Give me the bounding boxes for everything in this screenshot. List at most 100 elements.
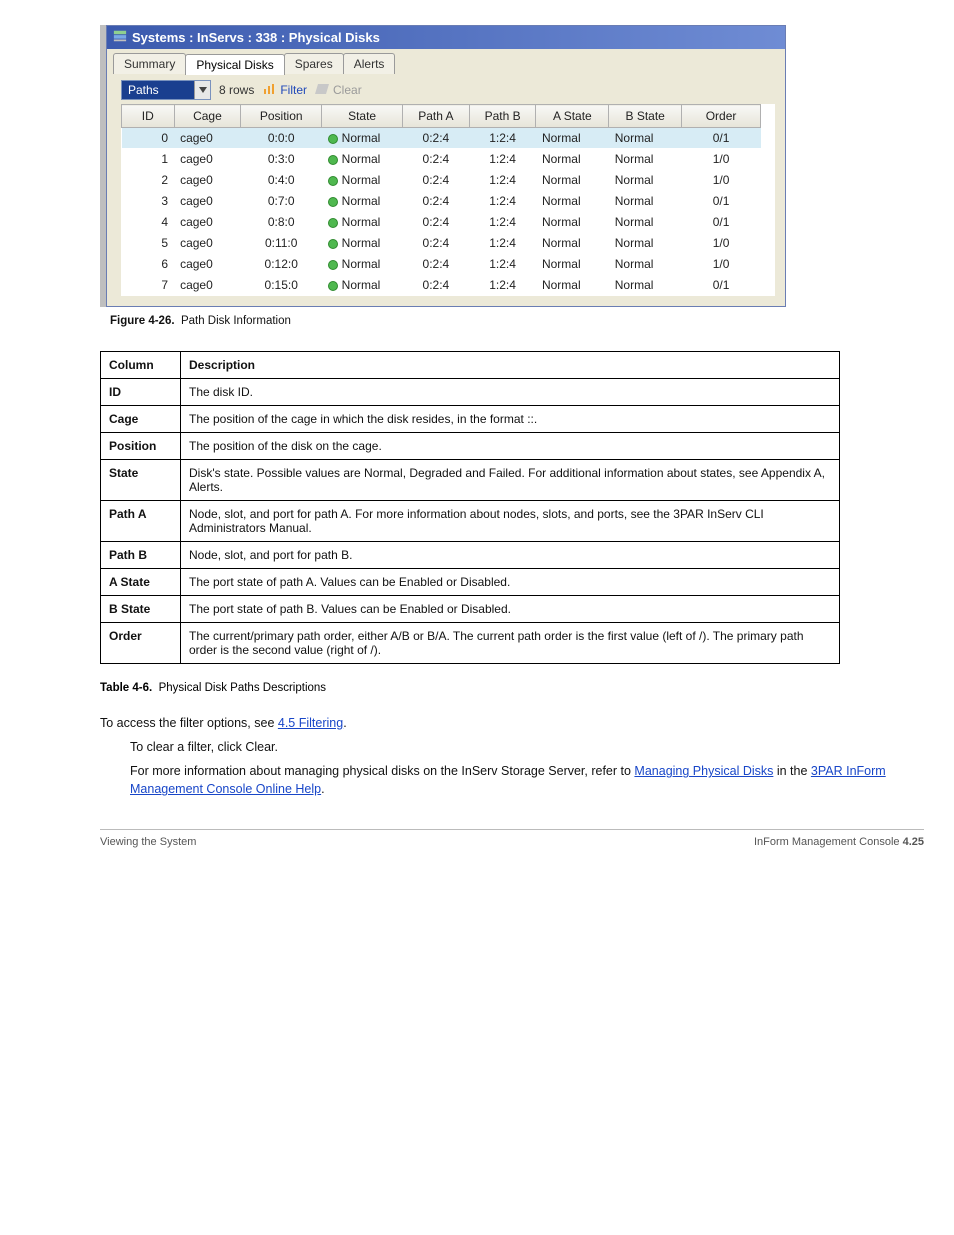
desc-row: StateDisk's state. Possible values are N…: [101, 460, 840, 501]
cell-bstate: Normal: [609, 212, 682, 233]
cell-id: 0: [122, 128, 175, 149]
status-dot-icon: [328, 218, 338, 228]
panel-title: Systems : InServs : 338 : Physical Disks: [132, 30, 380, 45]
cell-state: Normal: [322, 149, 403, 170]
row-count: 8 rows: [219, 83, 254, 97]
desc-row: OrderThe current/primary path order, eit…: [101, 623, 840, 664]
link-managing-physical-disks[interactable]: Managing Physical Disks: [634, 764, 773, 778]
col-pathb[interactable]: Path B: [469, 105, 536, 128]
cell-astate: Normal: [536, 254, 609, 275]
cell-bstate: Normal: [609, 233, 682, 254]
toolbar: Paths 8 rows Filter Clear: [121, 80, 775, 100]
desc-row: PositionThe position of the disk on the …: [101, 433, 840, 460]
chevron-down-icon: [194, 81, 210, 99]
cell-id: 2: [122, 170, 175, 191]
cell-position: 0:0:0: [241, 128, 322, 149]
cell-pathb: 1:2:4: [469, 128, 536, 149]
tab-alerts[interactable]: Alerts: [343, 53, 396, 74]
desc-col-text: The current/primary path order, either A…: [181, 623, 840, 664]
cell-pathb: 1:2:4: [469, 170, 536, 191]
cell-position: 0:12:0: [241, 254, 322, 275]
figure-caption: Figure 4-26. Path Disk Information: [110, 315, 924, 327]
cell-patha: 0:2:4: [403, 233, 470, 254]
cell-bstate: Normal: [609, 191, 682, 212]
p1-after: .: [343, 716, 346, 730]
col-id[interactable]: ID: [122, 105, 175, 128]
figure-physical-disks: Systems : InServs : 338 : Physical Disks…: [100, 25, 924, 307]
cell-bstate: Normal: [609, 128, 682, 149]
cell-cage: cage0: [174, 233, 241, 254]
filter-icon: [262, 82, 276, 99]
p3-c: .: [321, 782, 324, 796]
cell-astate: Normal: [536, 191, 609, 212]
status-dot-icon: [328, 134, 338, 144]
col-order[interactable]: Order: [682, 105, 761, 128]
desc-row: A StateThe port state of path A. Values …: [101, 569, 840, 596]
cell-state: Normal: [322, 233, 403, 254]
cell-order: 1/0: [682, 233, 761, 254]
desc-col-name: Cage: [101, 406, 181, 433]
cell-order: 1/0: [682, 254, 761, 275]
view-dropdown[interactable]: Paths: [121, 80, 211, 100]
table-row[interactable]: 7cage00:15:0Normal0:2:41:2:4NormalNormal…: [122, 275, 761, 296]
eraser-icon: [315, 83, 329, 97]
cell-state: Normal: [322, 212, 403, 233]
cell-pathb: 1:2:4: [469, 191, 536, 212]
cell-pathb: 1:2:4: [469, 212, 536, 233]
tab-physical-disks[interactable]: Physical Disks: [185, 54, 284, 75]
desc-col-name: State: [101, 460, 181, 501]
table-row[interactable]: 5cage00:11:0Normal0:2:41:2:4NormalNormal…: [122, 233, 761, 254]
cell-cage: cage0: [174, 275, 241, 296]
cell-astate: Normal: [536, 233, 609, 254]
cell-cage: cage0: [174, 191, 241, 212]
status-dot-icon: [328, 197, 338, 207]
cell-patha: 0:2:4: [403, 149, 470, 170]
desc-col-text: The port state of path B. Values can be …: [181, 596, 840, 623]
cell-bstate: Normal: [609, 275, 682, 296]
cell-pathb: 1:2:4: [469, 233, 536, 254]
p3-b: in the: [773, 764, 811, 778]
table-row[interactable]: 1cage00:3:0Normal0:2:41:2:4NormalNormal1…: [122, 149, 761, 170]
desc-col-text: The disk ID.: [181, 379, 840, 406]
cell-cage: cage0: [174, 254, 241, 275]
cell-position: 0:7:0: [241, 191, 322, 212]
status-dot-icon: [328, 239, 338, 249]
tab-spares[interactable]: Spares: [284, 53, 344, 74]
link-filtering[interactable]: 4.5 Filtering: [278, 716, 343, 730]
table-row[interactable]: 3cage00:7:0Normal0:2:41:2:4NormalNormal0…: [122, 191, 761, 212]
col-position[interactable]: Position: [241, 105, 322, 128]
filter-label: Filter: [280, 83, 307, 97]
cell-id: 5: [122, 233, 175, 254]
tab-summary[interactable]: Summary: [113, 53, 186, 74]
cell-patha: 0:2:4: [403, 128, 470, 149]
paragraph-more-info: For more information about managing phys…: [130, 762, 924, 798]
table-row[interactable]: 4cage00:8:0Normal0:2:41:2:4NormalNormal0…: [122, 212, 761, 233]
cell-cage: cage0: [174, 149, 241, 170]
table-row[interactable]: 2cage00:4:0Normal0:2:41:2:4NormalNormal1…: [122, 170, 761, 191]
p1-before: To access the filter options, see: [100, 716, 278, 730]
cell-state: Normal: [322, 254, 403, 275]
cell-order: 0/1: [682, 212, 761, 233]
cell-state: Normal: [322, 170, 403, 191]
cell-position: 0:4:0: [241, 170, 322, 191]
col-astate[interactable]: A State: [536, 105, 609, 128]
filter-button[interactable]: Filter: [262, 82, 307, 99]
cell-cage: cage0: [174, 128, 241, 149]
cell-id: 6: [122, 254, 175, 275]
col-state[interactable]: State: [322, 105, 403, 128]
status-dot-icon: [328, 155, 338, 165]
col-patha[interactable]: Path A: [403, 105, 470, 128]
footer-right-strong: 4.25: [903, 836, 924, 848]
panel-titlebar: Systems : InServs : 338 : Physical Disks: [107, 26, 785, 49]
clear-button[interactable]: Clear: [315, 83, 362, 97]
cell-position: 0:3:0: [241, 149, 322, 170]
desc-col-name: B State: [101, 596, 181, 623]
col-cage[interactable]: Cage: [174, 105, 241, 128]
desc-col-text: Node, slot, and port for path B.: [181, 542, 840, 569]
table-row[interactable]: 6cage00:12:0Normal0:2:41:2:4NormalNormal…: [122, 254, 761, 275]
desc-row: Path ANode, slot, and port for path A. F…: [101, 501, 840, 542]
desc-header-description: Description: [181, 352, 840, 379]
col-bstate[interactable]: B State: [609, 105, 682, 128]
table-row[interactable]: 0cage00:0:0Normal0:2:41:2:4NormalNormal0…: [122, 128, 761, 149]
cell-id: 4: [122, 212, 175, 233]
